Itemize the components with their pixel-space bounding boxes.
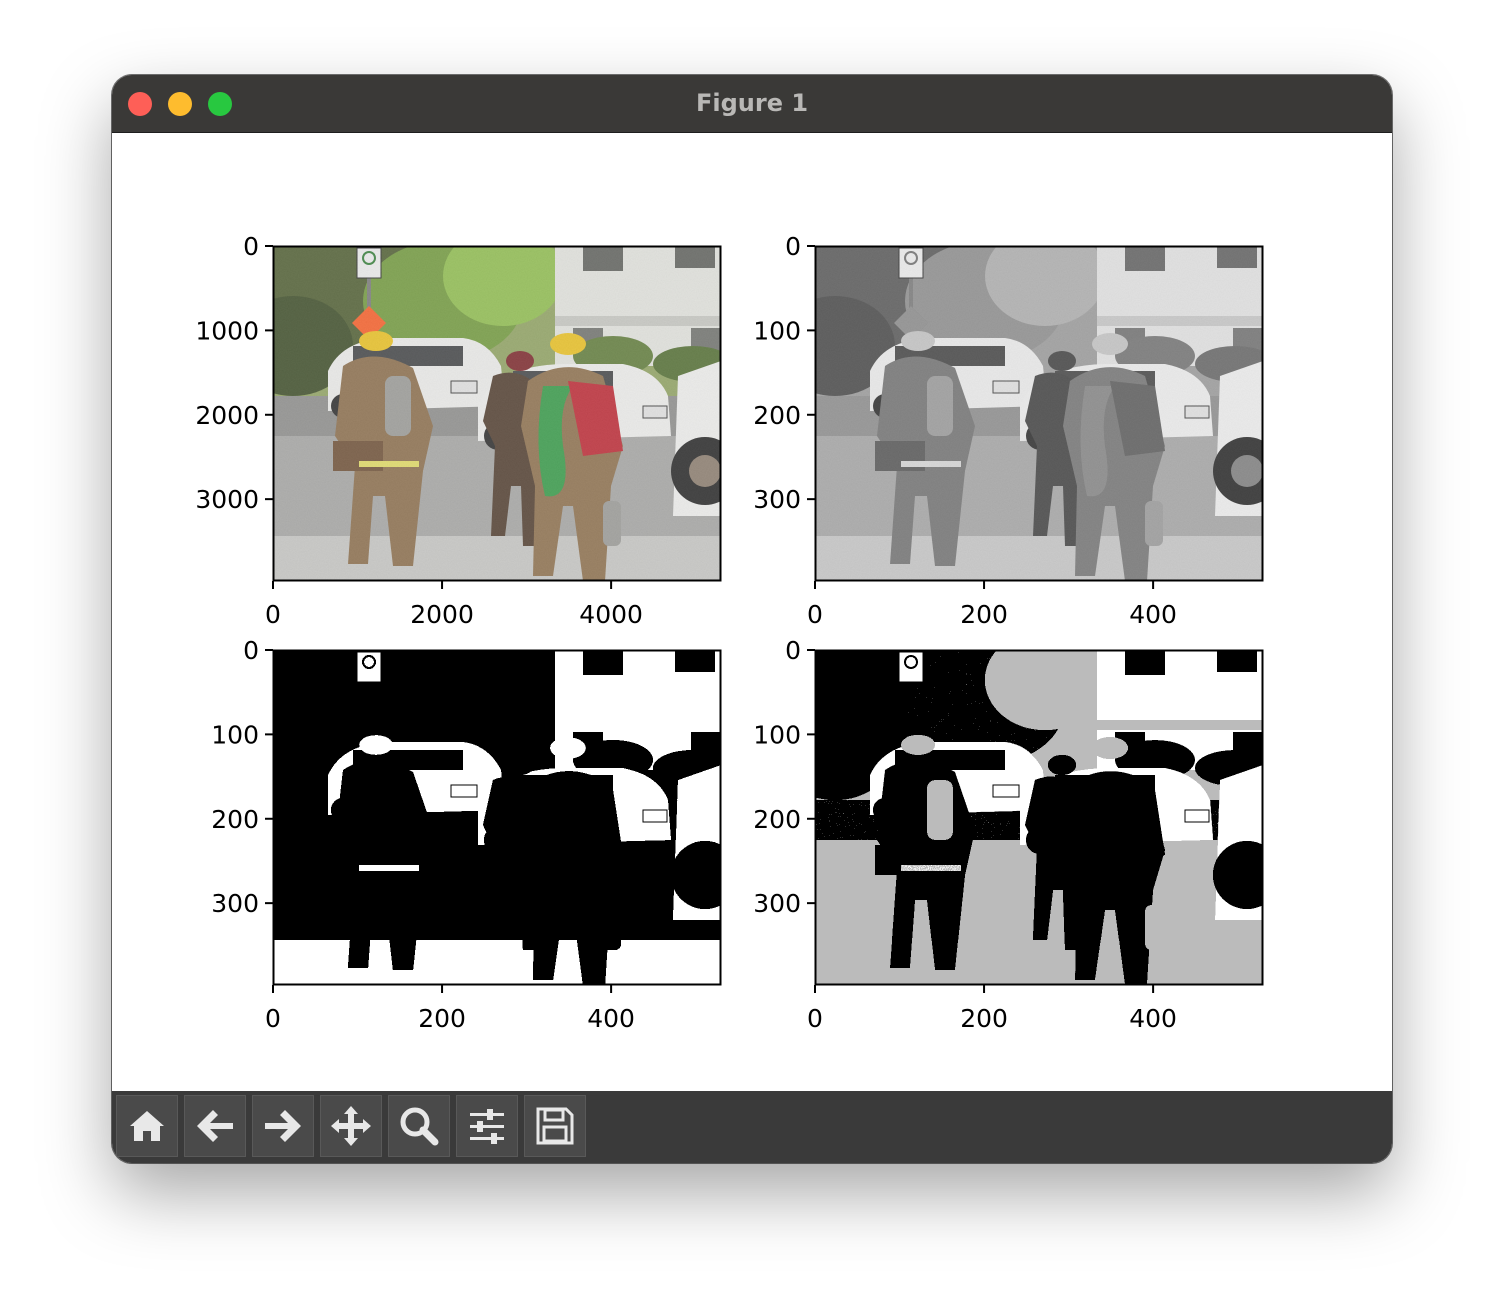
- y-tick-label: 3000: [195, 485, 259, 514]
- y-tick-label: 0: [785, 232, 801, 261]
- back-button[interactable]: [184, 1095, 246, 1157]
- floppy-disk-icon: [536, 1107, 574, 1145]
- subplot-2: 0 200 400 0 100 200 300: [753, 216, 1281, 629]
- y-tick-label: 200: [753, 401, 801, 430]
- x-tick-label: 2000: [410, 600, 474, 629]
- title-bar[interactable]: Figure 1: [112, 75, 1392, 133]
- y-tick-label: 200: [753, 805, 801, 834]
- y-tick-label: 300: [211, 889, 259, 918]
- x-tick-label: 0: [807, 600, 823, 629]
- y-tick-label: 200: [211, 805, 259, 834]
- subplot-1: 0 2000 4000 0 1000 2000 3000: [195, 216, 739, 629]
- home-button[interactable]: [116, 1095, 178, 1157]
- magnifier-icon: [400, 1107, 439, 1146]
- x-tick-label: 0: [265, 1004, 281, 1033]
- x-tick-label: 200: [960, 600, 1008, 629]
- subplot-image-2: [775, 216, 1281, 581]
- y-tick-label: 0: [785, 636, 801, 665]
- x-tick-label: 400: [1129, 1004, 1177, 1033]
- sliders-icon: [470, 1109, 504, 1144]
- zoom-button[interactable]: [388, 1095, 450, 1157]
- figure-canvas[interactable]: 0 2000 4000 0 1000 2000 3000 0 200 400 0 100 200 300 0…: [112, 133, 1392, 1091]
- x-tick-label: 0: [265, 600, 281, 629]
- y-tick-label: 100: [211, 720, 259, 749]
- y-tick-label: 100: [753, 720, 801, 749]
- home-icon: [130, 1111, 164, 1141]
- y-tick-label: 0: [243, 636, 259, 665]
- y-tick-label: 1000: [195, 316, 259, 345]
- arrow-left-icon: [197, 1110, 233, 1142]
- window-title: Figure 1: [695, 89, 809, 117]
- y-tick-label: 300: [753, 485, 801, 514]
- navigation-toolbar: [112, 1091, 1392, 1163]
- x-tick-label: 0: [807, 1004, 823, 1033]
- pan-button[interactable]: [320, 1095, 382, 1157]
- x-tick-label: 200: [960, 1004, 1008, 1033]
- x-tick-label: 200: [418, 1004, 466, 1033]
- y-tick-label: 300: [753, 889, 801, 918]
- subplot-image-4: [775, 620, 1281, 985]
- figure-svg: 0 2000 400001000200030000 200 40001002003000…: [195, 216, 1281, 1033]
- y-tick-label: 2000: [195, 401, 259, 430]
- subplot-3: 0 200 400 0 100 200 300: [211, 620, 739, 1033]
- x-tick-label: 400: [587, 1004, 635, 1033]
- configure-subplots-button[interactable]: [456, 1095, 518, 1157]
- x-tick-label: 400: [1129, 600, 1177, 629]
- subplot-image-3: [233, 620, 739, 985]
- y-tick-label: 0: [243, 232, 259, 261]
- move-icon: [331, 1106, 371, 1146]
- forward-button[interactable]: [252, 1095, 314, 1157]
- y-tick-label: 100: [753, 316, 801, 345]
- save-button[interactable]: [524, 1095, 586, 1157]
- arrow-right-icon: [265, 1110, 301, 1142]
- figure-window: Figure 1 0 2000 4000 0 1000 2000 3000 0 …: [112, 75, 1392, 1163]
- x-tick-label: 4000: [579, 600, 643, 629]
- subplot-image-1: [233, 216, 739, 581]
- subplot-4: 0 200 400 0 100 200 300: [753, 620, 1281, 1033]
